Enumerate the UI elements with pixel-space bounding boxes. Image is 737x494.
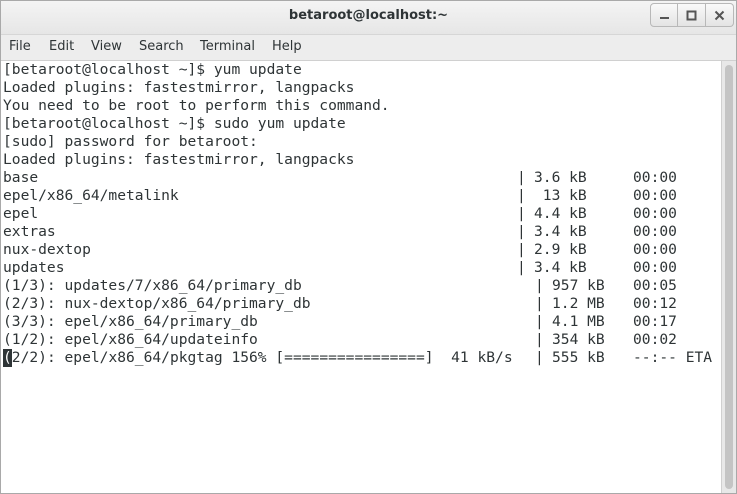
column-divider: | xyxy=(535,295,544,312)
repo-row: extras | 3.4 kB 00:00 xyxy=(3,223,721,241)
menu-view[interactable]: View xyxy=(91,39,122,54)
terminal-line: [sudo] password for betaroot: xyxy=(3,133,721,151)
repo-size: 4.4 kB xyxy=(534,205,587,222)
repo-name: nux-dextop xyxy=(3,241,91,258)
terminal-line: [betaroot@localhost ~]$ sudo yum update xyxy=(3,115,721,133)
download-name: (3/3): epel/x86_64/primary_db xyxy=(3,313,258,330)
close-button[interactable] xyxy=(706,3,734,27)
terminal-output[interactable]: [betaroot@localhost ~]$ yum update Loade… xyxy=(3,61,721,493)
line-text: Loaded plugins: fastestmirror, langpacks xyxy=(3,79,355,96)
download-time: 00:05 xyxy=(633,277,677,294)
repo-size: 3.4 kB xyxy=(534,259,587,276)
download-time: 00:17 xyxy=(633,313,677,330)
repo-time: 00:00 xyxy=(633,205,677,222)
window-title: betaroot@localhost:~ xyxy=(288,8,449,23)
close-icon xyxy=(714,10,725,21)
repo-size: 13 kB xyxy=(534,187,587,204)
repo-time: 00:00 xyxy=(633,259,677,276)
text-cursor: ( xyxy=(3,349,12,367)
menu-bar: File Edit View Search Terminal Help xyxy=(1,35,736,61)
repo-row: epel | 4.4 kB 00:00 xyxy=(3,205,721,223)
menu-file[interactable]: File xyxy=(9,39,31,54)
column-divider: | xyxy=(517,241,526,258)
menu-terminal[interactable]: Terminal xyxy=(200,39,255,54)
download-row: (2/3): nux-dextop/x86_64/primary_db | 1.… xyxy=(3,295,721,313)
terminal-line: Loaded plugins: fastestmirror, langpacks xyxy=(3,151,721,169)
maximize-icon xyxy=(686,10,697,21)
download-name: (2/3): nux-dextop/x86_64/primary_db xyxy=(3,295,311,312)
download-time: 00:12 xyxy=(633,295,677,312)
menu-edit[interactable]: Edit xyxy=(49,39,74,54)
download-name: (1/3): updates/7/x86_64/primary_db xyxy=(3,277,302,294)
repo-row: updates | 3.4 kB 00:00 xyxy=(3,259,721,277)
vertical-scrollbar[interactable] xyxy=(721,61,736,493)
repo-name: epel/x86_64/metalink xyxy=(3,187,179,204)
download-name: (1/2): epel/x86_64/updateinfo xyxy=(3,331,258,348)
line-text: [sudo] password for betaroot: xyxy=(3,133,258,150)
repo-size: 3.4 kB xyxy=(534,223,587,240)
repo-row: epel/x86_64/metalink | 13 kB 00:00 xyxy=(3,187,721,205)
repo-size: 3.6 kB xyxy=(534,169,587,186)
progress-label: 2/2): epel/x86_64/pkgtag 156% [=========… xyxy=(11,349,513,366)
maximize-button[interactable] xyxy=(678,3,706,27)
title-bar[interactable]: betaroot@localhost:~ xyxy=(1,1,736,35)
line-text: [betaroot@localhost ~]$ sudo yum update xyxy=(3,115,346,132)
column-divider: | xyxy=(535,331,544,348)
column-divider: | xyxy=(535,277,544,294)
download-row: (3/3): epel/x86_64/primary_db | 4.1 MB 0… xyxy=(3,313,721,331)
repo-name: base xyxy=(3,169,39,186)
column-divider: | xyxy=(535,349,544,366)
line-text: Loaded plugins: fastestmirror, langpacks xyxy=(3,151,355,168)
column-divider: | xyxy=(517,205,526,222)
column-divider: | xyxy=(517,169,526,186)
terminal-line: [betaroot@localhost ~]$ yum update xyxy=(3,61,721,79)
column-divider: | xyxy=(535,313,544,330)
download-size: 957 kB xyxy=(552,277,605,294)
repo-name: updates xyxy=(3,259,65,276)
line-text: You need to be root to perform this comm… xyxy=(3,97,390,114)
repo-name: epel xyxy=(3,205,39,222)
repo-size: 2.9 kB xyxy=(534,241,587,258)
terminal-window: betaroot@localhost:~ File Edit View Sear… xyxy=(0,0,737,494)
progress-text: (2/2): epel/x86_64/pkgtag 156% [========… xyxy=(3,349,513,367)
repo-time: 00:00 xyxy=(633,223,677,240)
repo-name: extras xyxy=(3,223,56,240)
column-divider: | xyxy=(517,187,526,204)
column-divider: | xyxy=(517,223,526,240)
download-time: 00:02 xyxy=(633,331,677,348)
repo-row: base | 3.6 kB 00:00 xyxy=(3,169,721,187)
minimize-icon xyxy=(660,17,669,19)
repo-time: 00:00 xyxy=(633,187,677,204)
column-divider: | xyxy=(517,259,526,276)
minimize-button[interactable] xyxy=(650,3,678,27)
progress-size: 555 kB xyxy=(552,349,605,366)
download-size: 4.1 MB xyxy=(552,313,605,330)
line-text: [betaroot@localhost ~]$ yum update xyxy=(3,61,302,78)
progress-eta: --:-- ETA xyxy=(633,349,713,366)
terminal-line: Loaded plugins: fastestmirror, langpacks xyxy=(3,79,721,97)
terminal-line: You need to be root to perform this comm… xyxy=(3,97,721,115)
repo-time: 00:00 xyxy=(633,169,677,186)
repo-time: 00:00 xyxy=(633,241,677,258)
progress-row: (2/2): epel/x86_64/pkgtag 156% [========… xyxy=(3,349,721,367)
repo-row: nux-dextop | 2.9 kB 00:00 xyxy=(3,241,721,259)
download-size: 354 kB xyxy=(552,331,605,348)
menu-help[interactable]: Help xyxy=(272,39,302,54)
download-size: 1.2 MB xyxy=(552,295,605,312)
menu-search[interactable]: Search xyxy=(139,39,184,54)
download-row: (1/2): epel/x86_64/updateinfo | 354 kB 0… xyxy=(3,331,721,349)
scrollbar-thumb[interactable] xyxy=(725,65,733,489)
download-row: (1/3): updates/7/x86_64/primary_db | 957… xyxy=(3,277,721,295)
